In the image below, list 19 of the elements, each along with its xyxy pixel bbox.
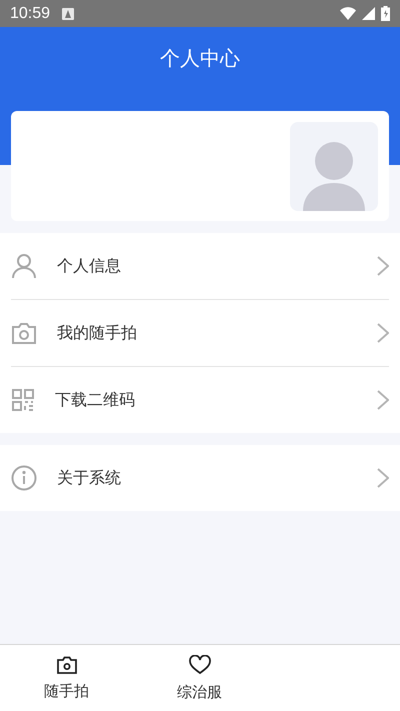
camera-icon bbox=[56, 656, 76, 674]
qr-code-icon bbox=[11, 388, 35, 412]
chevron-right-icon bbox=[377, 390, 389, 410]
chevron-right-icon bbox=[377, 468, 389, 488]
chevron-right-icon bbox=[377, 323, 389, 343]
notification-icon bbox=[62, 8, 74, 20]
menu-item[interactable]: 下载二维码 bbox=[11, 367, 389, 433]
heart-icon bbox=[188, 654, 210, 674]
page-title: 个人中心 bbox=[160, 45, 240, 72]
chevron-right-icon bbox=[377, 256, 389, 276]
menu-item[interactable]: 我的随手拍 bbox=[11, 300, 389, 367]
camera-icon bbox=[11, 321, 37, 345]
signal-icon bbox=[362, 7, 375, 20]
battery-icon bbox=[381, 6, 390, 21]
menu-item[interactable]: 个人信息 bbox=[11, 233, 389, 300]
person-icon bbox=[11, 253, 37, 279]
status-time: 10:59 bbox=[10, 4, 50, 22]
info-icon bbox=[11, 465, 37, 491]
wifi-icon bbox=[340, 7, 356, 20]
